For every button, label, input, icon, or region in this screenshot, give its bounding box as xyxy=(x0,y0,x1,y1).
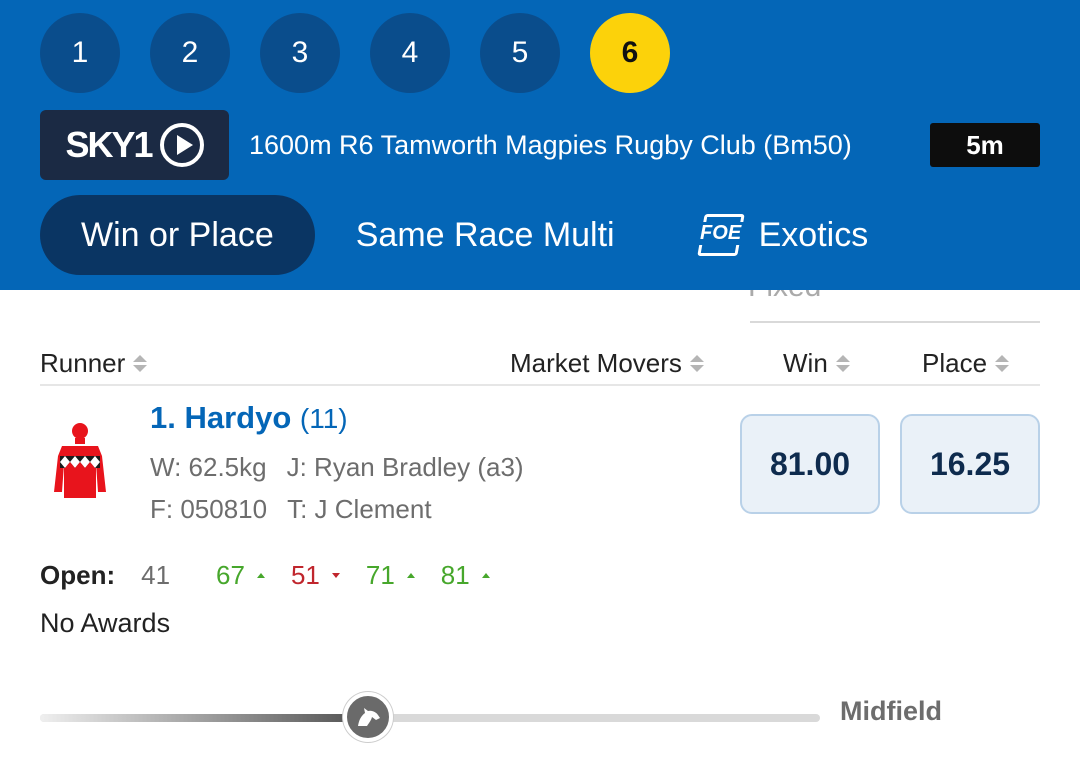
movement-item: 71 xyxy=(366,560,415,591)
win-column-label: Win xyxy=(783,348,828,378)
speed-map-marker[interactable] xyxy=(342,692,393,742)
tab-win-or-place[interactable]: Win or Place xyxy=(40,195,315,275)
runner-table-header: Runner Market Movers Win Place xyxy=(40,340,1040,386)
runner-barrier: (11) xyxy=(299,403,348,434)
countdown-badge: 5m xyxy=(930,123,1040,167)
awards-text: No Awards xyxy=(40,608,171,638)
foe-icon: FOE xyxy=(696,212,745,258)
runner-column-label: Runner xyxy=(40,348,126,378)
sort-win[interactable]: Win xyxy=(783,348,850,379)
race-number-tabs: 1 2 3 4 5 6 xyxy=(40,13,670,93)
race-tab-4[interactable]: 4 xyxy=(370,13,450,93)
bet-type-tabs: Win or Place Same Race Multi FOE Exotics xyxy=(40,195,909,275)
sort-icon xyxy=(995,355,1010,372)
sort-runner[interactable]: Runner xyxy=(40,348,148,379)
place-column-label: Place xyxy=(922,348,988,378)
runner-trainer: T: J Clement xyxy=(287,494,432,524)
sort-place[interactable]: Place xyxy=(922,348,1010,379)
sort-market-movers[interactable]: Market Movers xyxy=(510,348,704,379)
movement-item: 81 xyxy=(441,560,490,591)
sky-stream-button[interactable]: SKY1 xyxy=(40,110,229,180)
horse-head-icon xyxy=(357,708,380,726)
race-tab-5[interactable]: 5 xyxy=(480,13,560,93)
runner-meta-line-1: W: 62.5kg J: Ryan Bradley (a3) xyxy=(150,452,524,483)
sort-icon xyxy=(689,355,704,372)
open-label: Open: xyxy=(40,560,116,590)
arrow-up-icon xyxy=(406,573,415,578)
race-tab-2[interactable]: 2 xyxy=(150,13,230,93)
arrow-down-icon xyxy=(331,573,340,578)
tab-exotics[interactable]: FOE Exotics xyxy=(656,195,910,275)
arrow-up-icon xyxy=(256,573,265,578)
runner-name: 1. Hardyo xyxy=(150,400,292,435)
tab-exotics-label: Exotics xyxy=(758,215,869,254)
tab-same-race-multi[interactable]: Same Race Multi xyxy=(315,195,656,275)
fixed-odds-toggle-peek[interactable]: Fixed xyxy=(700,290,1040,324)
place-odds-button[interactable]: 16.25 xyxy=(900,414,1040,514)
arrow-up-icon xyxy=(481,573,490,578)
market-movers-column-label: Market Movers xyxy=(510,348,682,378)
sort-icon xyxy=(133,355,148,372)
speed-map-fill xyxy=(40,714,368,722)
runner-name-link[interactable]: 1. Hardyo (11) xyxy=(150,400,348,436)
movement-item: 67 xyxy=(216,560,265,591)
speed-map-label: Midfield xyxy=(840,696,942,726)
market-movers-row: Open: 41 67 51 71 81 xyxy=(40,560,516,591)
jockey-silks-icon xyxy=(54,423,106,498)
race-tab-6[interactable]: 6 xyxy=(590,13,670,93)
runner-jockey: J: Ryan Bradley (a3) xyxy=(286,452,524,482)
sort-icon xyxy=(835,355,850,372)
play-icon xyxy=(159,123,204,167)
race-header: 1 2 3 4 5 6 SKY1 1600m R6 Tamworth Magpi… xyxy=(0,0,1080,290)
win-odds-button[interactable]: 81.00 xyxy=(740,414,880,514)
race-info-row: SKY1 1600m R6 Tamworth Magpies Rugby Clu… xyxy=(40,110,1040,180)
movement-item: 51 xyxy=(291,560,340,591)
race-title: 1600m R6 Tamworth Magpies Rugby Club (Bm… xyxy=(249,130,852,160)
race-tab-1[interactable]: 1 xyxy=(40,13,120,93)
runner-form: F: 050810 xyxy=(150,494,268,524)
runner-weight: W: 62.5kg xyxy=(150,452,267,482)
runner-meta-line-2: F: 050810 T: J Clement xyxy=(150,494,432,525)
race-tab-3[interactable]: 3 xyxy=(260,13,340,93)
open-value: 41 xyxy=(141,560,171,590)
fixed-peek-label: Fixed xyxy=(748,290,821,304)
sky-channel-label: SKY1 xyxy=(65,124,153,165)
speed-map-track xyxy=(40,714,820,722)
